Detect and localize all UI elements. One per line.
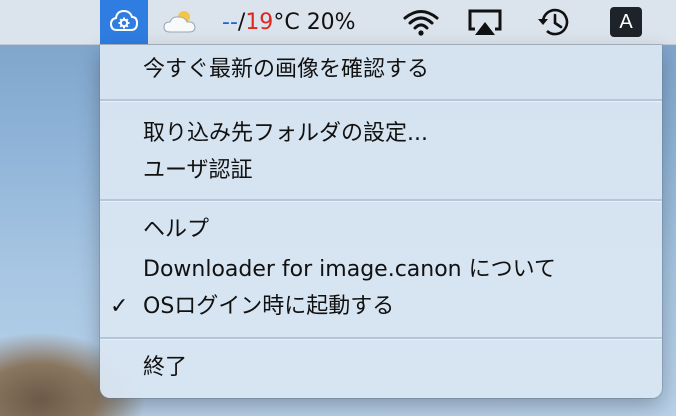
- menu-bar: --/19 °C 20% A: [0, 0, 676, 45]
- temp-high: 19: [245, 9, 274, 35]
- temperature-battery-readout[interactable]: --/19 °C 20%: [222, 0, 356, 44]
- app-dropdown-menu: 今すぐ最新の画像を確認する 取り込み先フォルダの設定... ユーザ認証 ヘルプ …: [100, 45, 662, 398]
- cloud-download-gear-icon: [109, 9, 139, 31]
- wifi-icon: [403, 10, 439, 36]
- battery-percent: 20%: [306, 9, 356, 35]
- menu-separator: [100, 337, 662, 340]
- menu-item-destination-folder[interactable]: 取り込み先フォルダの設定...: [143, 118, 428, 150]
- input-source-badge: A: [610, 7, 642, 37]
- menu-item-about[interactable]: Downloader for image.canon について: [143, 254, 556, 286]
- menu-item-quit[interactable]: 終了: [143, 352, 187, 384]
- time-machine-icon: [538, 8, 569, 36]
- menu-item-user-auth[interactable]: ユーザ認証: [143, 155, 253, 187]
- airplay-menu-extra[interactable]: [462, 0, 508, 44]
- menu-item-launch-at-login[interactable]: OSログイン時に起動する: [143, 291, 394, 323]
- temp-unit: °C: [273, 9, 300, 35]
- app-menu-extra[interactable]: [100, 0, 148, 44]
- airplay-icon: [468, 9, 502, 35]
- time-machine-menu-extra[interactable]: [532, 0, 578, 44]
- wifi-menu-extra[interactable]: [398, 0, 444, 44]
- menu-item-help[interactable]: ヘルプ: [143, 214, 209, 246]
- menu-item-check-now[interactable]: 今すぐ最新の画像を確認する: [143, 54, 429, 86]
- menu-separator: [100, 199, 662, 202]
- temp-low: --: [222, 9, 238, 35]
- weather-menu-extra[interactable]: [158, 0, 204, 44]
- temp-separator: /: [237, 9, 246, 35]
- partly-cloudy-icon: [163, 11, 196, 33]
- checkmark-icon: ✓: [110, 294, 129, 319]
- input-source-menu-extra[interactable]: A: [610, 0, 642, 44]
- menu-separator: [100, 99, 662, 102]
